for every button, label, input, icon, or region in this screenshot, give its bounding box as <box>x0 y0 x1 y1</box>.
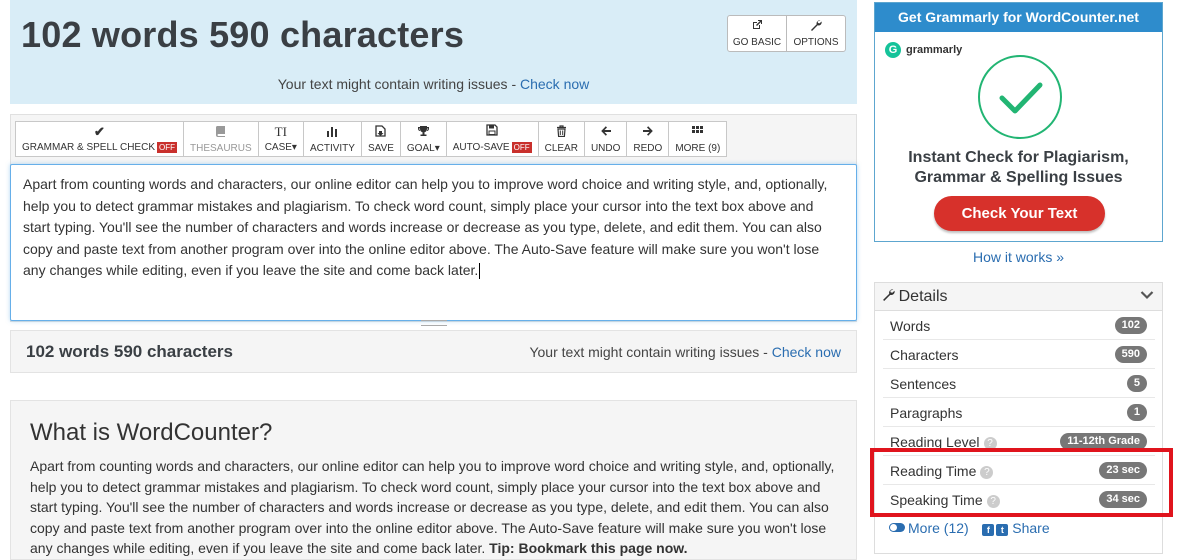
check-now-link[interactable]: Check now <box>520 76 589 92</box>
ad-headline: Instant Check for Plagiarism, Grammar & … <box>875 148 1162 188</box>
stats-title: 102 words 590 characters <box>26 342 233 361</box>
about-paragraph: Apart from counting words and characters… <box>30 456 840 559</box>
undo-button[interactable]: UNDO <box>583 121 628 157</box>
book-icon <box>215 125 226 140</box>
detail-row-characters: Characters 590 <box>883 340 1155 369</box>
editor-text: Apart from counting words and characters… <box>23 176 828 278</box>
clear-label: CLEAR <box>544 142 578 154</box>
thesaurus-label: THESAURUS <box>190 142 252 154</box>
go-basic-button[interactable]: GO BASIC <box>727 15 787 52</box>
redo-label: REDO <box>633 142 663 154</box>
share-label: Share <box>1012 520 1050 536</box>
detail-label: Paragraphs <box>890 405 963 421</box>
header-buttons: GO BASIC OPTIONS <box>727 15 846 52</box>
arrow-left-icon <box>600 125 612 140</box>
case-label: CASE▾ <box>264 142 297 153</box>
facebook-icon: f <box>982 524 995 536</box>
arrow-right-icon <box>642 125 654 140</box>
resize-handle[interactable] <box>420 320 447 326</box>
detail-row-words: Words 102 <box>883 311 1155 340</box>
trash-icon <box>556 124 567 140</box>
how-it-works-link[interactable]: How it works » <box>973 249 1064 265</box>
text-cursor <box>479 263 481 280</box>
detail-label: Characters <box>890 347 959 363</box>
detail-label: Words <box>890 318 931 334</box>
stats-bar: 102 words 590 characters Your text might… <box>10 330 857 373</box>
options-button[interactable]: OPTIONS <box>786 15 846 52</box>
ad-header: Get Grammarly for WordCounter.net <box>875 3 1162 32</box>
about-body: Apart from counting words and characters… <box>30 458 835 556</box>
grammar-check-button[interactable]: ✔ GRAMMAR & SPELL CHECK OFF <box>15 121 184 157</box>
save-button[interactable]: SAVE <box>360 121 401 157</box>
external-link-icon <box>751 19 763 34</box>
trophy-icon <box>417 125 430 140</box>
ad-brand: G grammarly <box>885 42 962 58</box>
highlight-box <box>870 448 1173 517</box>
checkmark-circle-icon <box>978 55 1062 139</box>
redo-button[interactable]: REDO <box>626 121 670 157</box>
more-label: MORE (9) <box>675 142 721 154</box>
more-details-label: More (12) <box>908 520 969 536</box>
goal-label: GOAL▾ <box>406 142 440 154</box>
stats-issues-text: Your text might contain writing issues - <box>529 344 772 360</box>
detail-label: Sentences <box>890 376 957 392</box>
share-link[interactable]: ft Share <box>980 520 1050 536</box>
auto-save-button[interactable]: AUTO-SAVE OFF <box>445 121 539 157</box>
auto-save-off-badge: OFF <box>511 142 532 154</box>
wrench-icon <box>810 19 822 34</box>
stats-check-now-link[interactable]: Check now <box>772 344 841 360</box>
floppy-icon <box>486 124 498 139</box>
ad-headline-line2: Grammar & Spelling Issues <box>914 169 1123 186</box>
about-section: What is WordCounter? Apart from counting… <box>10 400 857 560</box>
issues-text: Your text might contain writing issues - <box>277 76 520 92</box>
details-footer: More (12) ft Share <box>889 520 1050 536</box>
ad-headline-line1: Instant Check for Plagiarism, <box>908 149 1129 166</box>
auto-save-label: AUTO-SAVE <box>452 142 510 154</box>
goal-button[interactable]: GOAL▾ <box>399 121 447 157</box>
grid-icon <box>691 125 704 140</box>
grammar-off-badge: OFF <box>157 141 177 153</box>
more-button[interactable]: MORE (9) <box>668 121 728 157</box>
detail-badge: 5 <box>1126 375 1147 392</box>
page-title: 102 words 590 characters <box>21 14 465 55</box>
issues-notice: Your text might contain writing issues -… <box>10 76 857 92</box>
detail-badge: 102 <box>1114 317 1147 334</box>
case-button[interactable]: TI CASE▾ <box>257 121 304 157</box>
toggle-icon <box>889 523 905 532</box>
bar-chart-icon <box>326 125 339 140</box>
detail-row-sentences: Sentences 5 <box>883 369 1155 398</box>
thesaurus-button[interactable]: THESAURUS <box>183 121 259 157</box>
header-panel: 102 words 590 characters GO BASIC OPTION… <box>10 0 857 104</box>
twitter-icon: t <box>996 524 1009 536</box>
check-your-text-button[interactable]: Check Your Text <box>934 196 1105 231</box>
save-doc-icon <box>375 124 387 140</box>
details-header[interactable]: Details <box>875 283 1162 311</box>
options-label: OPTIONS <box>793 37 839 48</box>
editor-toolbar: ✔ GRAMMAR & SPELL CHECK OFF THESAURUS TI … <box>15 121 728 157</box>
detail-badge: 590 <box>1114 346 1147 363</box>
wrench-icon <box>882 289 899 304</box>
go-basic-label: GO BASIC <box>732 37 782 48</box>
clear-button[interactable]: CLEAR <box>537 121 585 157</box>
grammar-check-label: GRAMMAR & SPELL CHECK <box>22 142 155 154</box>
detail-badge: 1 <box>1126 404 1147 421</box>
details-title: Details <box>898 288 948 305</box>
activity-label: ACTIVITY <box>309 142 355 154</box>
undo-label: UNDO <box>590 142 621 154</box>
chevron-down-icon[interactable] <box>1140 287 1154 303</box>
grammarly-logo-icon: G <box>885 42 901 58</box>
how-it-works-container: How it works » <box>874 249 1163 265</box>
text-editor[interactable]: Apart from counting words and characters… <box>10 164 857 326</box>
ad-brand-label: grammarly <box>906 44 963 56</box>
check-icon: ✔ <box>94 123 105 139</box>
grammarly-ad[interactable]: Get Grammarly for WordCounter.net G gram… <box>874 2 1163 242</box>
about-heading: What is WordCounter? <box>30 419 273 446</box>
activity-button[interactable]: ACTIVITY <box>302 121 362 157</box>
more-details-link[interactable]: More (12) <box>889 520 969 536</box>
detail-row-paragraphs: Paragraphs 1 <box>883 398 1155 427</box>
stats-issues: Your text might contain writing issues -… <box>529 344 841 360</box>
save-label: SAVE <box>367 142 394 154</box>
text-size-icon: TI <box>274 124 287 139</box>
